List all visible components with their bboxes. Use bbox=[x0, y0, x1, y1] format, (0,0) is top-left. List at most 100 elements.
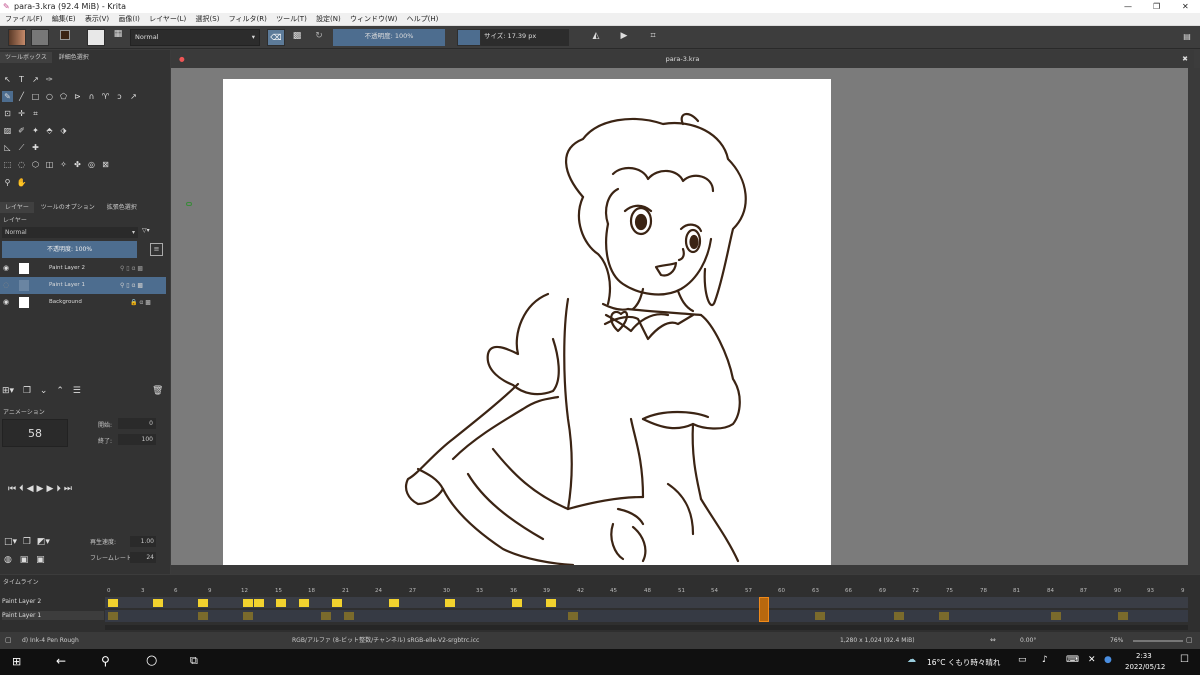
layer-blend-select[interactable]: Normal ▾ bbox=[2, 227, 138, 238]
keyframe[interactable] bbox=[153, 599, 163, 607]
text-tool-icon[interactable]: T bbox=[16, 74, 27, 85]
weather-icon[interactable]: ☁ bbox=[907, 655, 916, 665]
opacity-slider[interactable]: 不透明度: 100% bbox=[333, 29, 445, 46]
ellipse-tool-icon[interactable]: ○ bbox=[44, 91, 55, 102]
drawing-canvas[interactable] bbox=[223, 79, 831, 565]
keyboard-icon[interactable]: ⌨ bbox=[1066, 655, 1079, 665]
start-icon[interactable]: ⊞ bbox=[12, 655, 21, 668]
gradient-selector[interactable] bbox=[8, 29, 26, 46]
audio-icon[interactable]: ▣ bbox=[36, 555, 45, 565]
weather-text[interactable]: 16°C くもり時々晴れ bbox=[927, 657, 1000, 668]
fullscreen-icon[interactable]: ▢ bbox=[1186, 632, 1193, 649]
play-icon[interactable]: ▶ bbox=[37, 484, 47, 494]
timeline-scrollbar[interactable] bbox=[105, 625, 1188, 630]
calligraphy-icon[interactable]: ✑ bbox=[44, 74, 55, 85]
layer-row[interactable]: ◉ Paint Layer 2 ⚲ ▯ α ▩ bbox=[0, 260, 166, 277]
zoom-tool-icon[interactable]: ⚲ bbox=[2, 177, 13, 188]
freehand-path-icon[interactable]: ♈ bbox=[100, 91, 111, 102]
reload-icon[interactable]: ↻ bbox=[312, 29, 326, 46]
timeline-row-label[interactable]: Paint Layer 2 bbox=[2, 597, 104, 606]
fps-field[interactable]: 24 bbox=[130, 552, 156, 563]
filter-icon[interactable]: ▽▾ bbox=[142, 227, 150, 234]
enclose-fill-icon[interactable]: ⬗ bbox=[58, 125, 69, 136]
color-picker-icon[interactable]: ✐ bbox=[16, 125, 27, 136]
playhead-frame[interactable] bbox=[759, 597, 769, 622]
size-slider-fill[interactable] bbox=[457, 29, 481, 46]
blend-mode-select[interactable]: Normal ▾ bbox=[130, 29, 260, 46]
polygon-select-icon[interactable]: ⬡ bbox=[30, 159, 41, 170]
eraser-icon[interactable]: ⌫ bbox=[267, 29, 285, 46]
drop-frames-icon[interactable]: ◍ bbox=[4, 555, 12, 565]
alpha-lock-icon[interactable]: ▩ bbox=[290, 29, 304, 46]
rect-select-icon[interactable]: ⬚ bbox=[2, 159, 13, 170]
menu-settings[interactable]: 設定(N) bbox=[316, 15, 341, 23]
mirror-horizontal-icon[interactable]: ◭ bbox=[588, 29, 604, 46]
edit-shape-icon[interactable]: ↗ bbox=[30, 74, 41, 85]
keyframe[interactable] bbox=[108, 599, 118, 607]
volume-icon[interactable]: ♪ bbox=[1042, 655, 1048, 665]
keyframe[interactable] bbox=[332, 599, 342, 607]
clock-date[interactable]: 2022/05/12 bbox=[1125, 663, 1165, 671]
keyframe[interactable] bbox=[243, 599, 253, 607]
keyframe[interactable] bbox=[254, 599, 264, 607]
layer-opacity-slider[interactable]: 不透明度: 100% bbox=[2, 241, 137, 258]
edge-icon[interactable]: ● bbox=[1104, 655, 1112, 665]
workspace-icon[interactable]: ▤ bbox=[1180, 29, 1194, 46]
move-tool-icon[interactable]: ✛ bbox=[16, 108, 27, 119]
keyframe[interactable] bbox=[512, 599, 522, 607]
brush-tool-icon[interactable]: ✎ bbox=[2, 91, 13, 102]
frame-ruler[interactable]: 0 3 6 9 12 15 18 21 24 27 30 33 36 39 42 45 48 51 54 57 60 63… bbox=[105, 588, 1190, 596]
menu-help[interactable]: ヘルプ(H) bbox=[407, 15, 439, 23]
reference-tool-icon[interactable]: ✚ bbox=[30, 142, 41, 153]
select-tool-icon[interactable]: ↖ bbox=[2, 74, 13, 85]
brush-preset-icon[interactable] bbox=[87, 29, 105, 46]
mirror-vertical-icon[interactable]: ▶ bbox=[616, 29, 632, 46]
transform-tool-icon[interactable]: ⊡ bbox=[2, 108, 13, 119]
polygon-tool-icon[interactable]: ⬠ bbox=[58, 91, 69, 102]
keyframe[interactable] bbox=[1051, 612, 1061, 620]
back-icon[interactable]: ← bbox=[56, 654, 66, 668]
keyframe[interactable] bbox=[198, 612, 208, 620]
polyline-tool-icon[interactable]: ⊳ bbox=[72, 91, 83, 102]
layer-lock-icons[interactable]: ⚲ ▯ α ▩ bbox=[120, 260, 143, 277]
menu-select[interactable]: 選択(S) bbox=[196, 15, 220, 23]
outline-select-icon[interactable]: ◫ bbox=[44, 159, 55, 170]
crop-icon[interactable]: ⌗ bbox=[646, 29, 660, 46]
current-frame-field[interactable]: 58 bbox=[2, 419, 68, 447]
magnetic-select-icon[interactable]: ⊠ bbox=[100, 159, 111, 170]
keyframe[interactable] bbox=[321, 612, 331, 620]
keyframe[interactable] bbox=[445, 599, 455, 607]
monitor-icon[interactable]: ▭ bbox=[1018, 655, 1027, 665]
frame-edit-icon[interactable]: ◩▾ bbox=[37, 537, 50, 547]
network-icon[interactable]: ✕ bbox=[1088, 655, 1096, 665]
fill-tool-icon[interactable]: ⬘ bbox=[44, 125, 55, 136]
measure-tool-icon[interactable]: ⟋ bbox=[16, 142, 27, 153]
tab-extended-color[interactable]: 拡張色選択 bbox=[102, 202, 142, 213]
keyframe[interactable] bbox=[389, 599, 399, 607]
move-down-icon[interactable]: ⌄ bbox=[40, 386, 48, 396]
menu-view[interactable]: 表示(V) bbox=[85, 15, 109, 23]
bezier-select-icon[interactable]: ◎ bbox=[86, 159, 97, 170]
prev-keyframe-icon[interactable]: ⏴ bbox=[19, 484, 27, 494]
timeline-row-label[interactable]: Paint Layer 1 bbox=[2, 611, 104, 620]
onion-skin-icon[interactable]: □▾ bbox=[4, 537, 17, 547]
keyframe[interactable] bbox=[198, 599, 208, 607]
menu-edit[interactable]: 編集(E) bbox=[52, 15, 76, 23]
keyframe[interactable] bbox=[546, 599, 556, 607]
rectangle-tool-icon[interactable]: □ bbox=[30, 91, 41, 102]
search-icon[interactable]: ⚲ bbox=[101, 654, 110, 668]
similar-select-icon[interactable]: ✤ bbox=[72, 159, 83, 170]
crop-tool-icon[interactable]: ⌗ bbox=[30, 108, 41, 119]
export-icon[interactable]: ▣ bbox=[20, 555, 29, 565]
tab-toolbox[interactable]: ツールボックス bbox=[0, 52, 52, 63]
start-frame-field[interactable]: 0 bbox=[118, 418, 156, 429]
pattern-selector[interactable] bbox=[31, 29, 49, 46]
zoom-slider[interactable] bbox=[1133, 640, 1183, 642]
size-slider[interactable]: サイズ: 17.39 px bbox=[481, 29, 569, 46]
ellipse-select-icon[interactable]: ◌ bbox=[16, 159, 27, 170]
menu-file[interactable]: ファイル(F) bbox=[5, 15, 43, 23]
gradient-tool-icon[interactable]: ▨ bbox=[2, 125, 13, 136]
task-view-icon[interactable]: ⧉ bbox=[190, 654, 198, 668]
color-swatch[interactable] bbox=[58, 29, 78, 46]
visibility-eye-icon[interactable]: ◉ bbox=[3, 260, 9, 277]
